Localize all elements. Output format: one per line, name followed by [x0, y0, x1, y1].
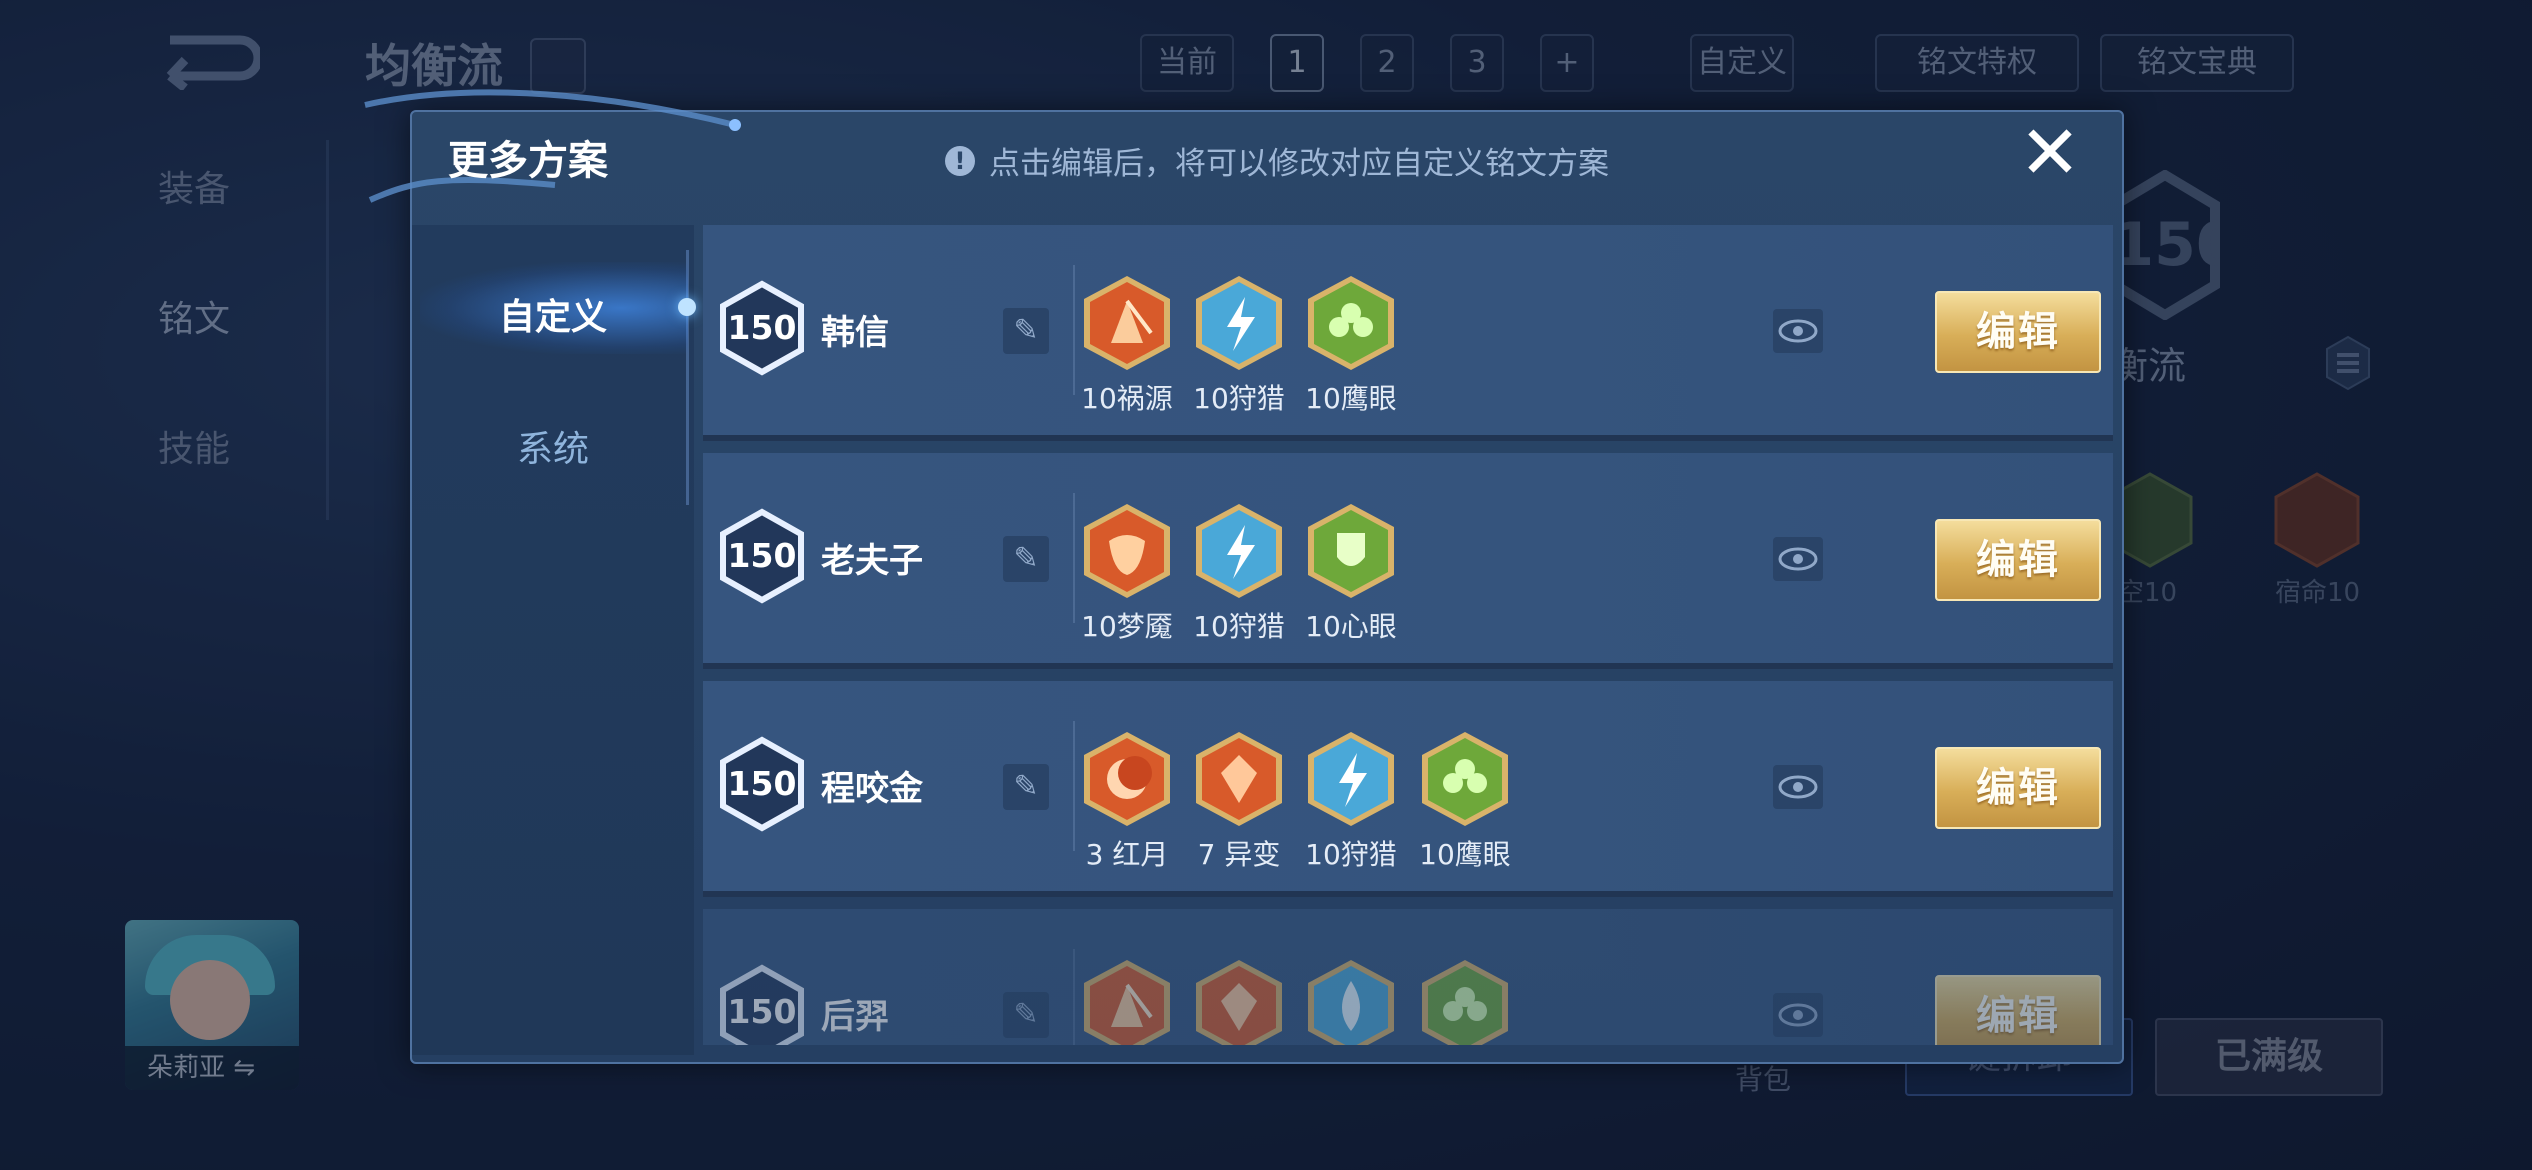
plan-name: 后羿 [821, 997, 889, 1037]
plan-row: 150 韩信 ✎ 10祸源 10狩猎 10鹰眼 编辑 [703, 225, 2113, 441]
row-divider [1073, 493, 1075, 623]
tab-custom[interactable]: 自定义 [412, 288, 694, 340]
red-moon-rune-icon [1084, 732, 1170, 826]
rune-label: 10心眼 [1305, 610, 1397, 643]
green-clover-rune-icon [1308, 276, 1394, 370]
preview-eye-icon[interactable] [1773, 309, 1823, 353]
rune-label: 10狩猎 [1193, 610, 1285, 643]
plan-level: 150 [727, 308, 797, 347]
preview-eye-icon[interactable] [1773, 993, 1823, 1037]
rename-pen-icon[interactable]: ✎ [1003, 308, 1049, 354]
rune-label: 7 异变 [1197, 838, 1281, 871]
modal-hint: ! 点击编辑后，将可以修改对应自定义铭文方案 [945, 138, 1609, 183]
tab-system[interactable]: 系统 [412, 420, 694, 472]
plan-list[interactable]: 150 韩信 ✎ 10祸源 10狩猎 10鹰眼 编辑 150 老夫子 ✎ 10梦魇 10狩猎… [703, 225, 2115, 1045]
row-divider [1073, 949, 1075, 1045]
plan-name: 程咬金 [821, 769, 923, 809]
close-button[interactable]: ✕ [2015, 116, 2085, 190]
rune-label: 10鹰眼 [1305, 382, 1397, 415]
plan-row: 150 后羿 ✎ 编辑 [703, 909, 2113, 1045]
red-fan-rune-icon [1084, 276, 1170, 370]
blue-lightning-rune-icon [1196, 276, 1282, 370]
rune-label: 10祸源 [1081, 382, 1173, 415]
edit-button[interactable]: 编辑 [1935, 519, 2101, 601]
rename-pen-icon[interactable]: ✎ [1003, 536, 1049, 582]
rune-label: 3 红月 [1085, 838, 1169, 871]
rune-label: 10狩猎 [1305, 838, 1397, 871]
blue-lightning-rune-icon [1196, 504, 1282, 598]
rune-label: 10鹰眼 [1419, 838, 1511, 871]
blue-drop-rune-icon [1308, 960, 1394, 1045]
rune-label: 10狩猎 [1193, 382, 1285, 415]
plan-level: 150 [727, 764, 797, 803]
modal-title: 更多方案 [448, 138, 608, 184]
edit-button[interactable]: 编辑 [1935, 747, 2101, 829]
edit-button[interactable]: 编辑 [1935, 975, 2101, 1045]
info-icon: ! [945, 145, 975, 176]
plan-level: 150 [727, 536, 797, 575]
green-clover-rune-icon [1422, 732, 1508, 826]
hint-text: 点击编辑后，将可以修改对应自定义铭文方案 [989, 146, 1609, 182]
plan-name: 韩信 [821, 313, 889, 353]
preview-eye-icon[interactable] [1773, 765, 1823, 809]
red-crystal-rune-icon [1196, 732, 1282, 826]
row-divider [1073, 721, 1075, 851]
rune-label: 10梦魇 [1081, 610, 1173, 643]
blue-lightning-rune-icon [1308, 732, 1394, 826]
preview-eye-icon[interactable] [1773, 537, 1823, 581]
edit-button[interactable]: 编辑 [1935, 291, 2101, 373]
plan-row: 150 老夫子 ✎ 10梦魇 10狩猎 10心眼 编辑 [703, 453, 2113, 669]
plan-level: 150 [727, 992, 797, 1031]
rename-pen-icon[interactable]: ✎ [1003, 992, 1049, 1038]
rename-pen-icon[interactable]: ✎ [1003, 764, 1049, 810]
red-crystal-rune-icon [1196, 960, 1282, 1045]
green-shield-rune-icon [1308, 504, 1394, 598]
plan-name: 老夫子 [821, 541, 923, 581]
red-mask-rune-icon [1084, 504, 1170, 598]
green-clover-rune-icon [1422, 960, 1508, 1045]
red-fan-rune-icon [1084, 960, 1170, 1045]
plan-row: 150 程咬金 ✎ 3 红月 7 异变 10狩猎 10鹰眼 编辑 [703, 681, 2113, 897]
row-divider [1073, 265, 1075, 395]
